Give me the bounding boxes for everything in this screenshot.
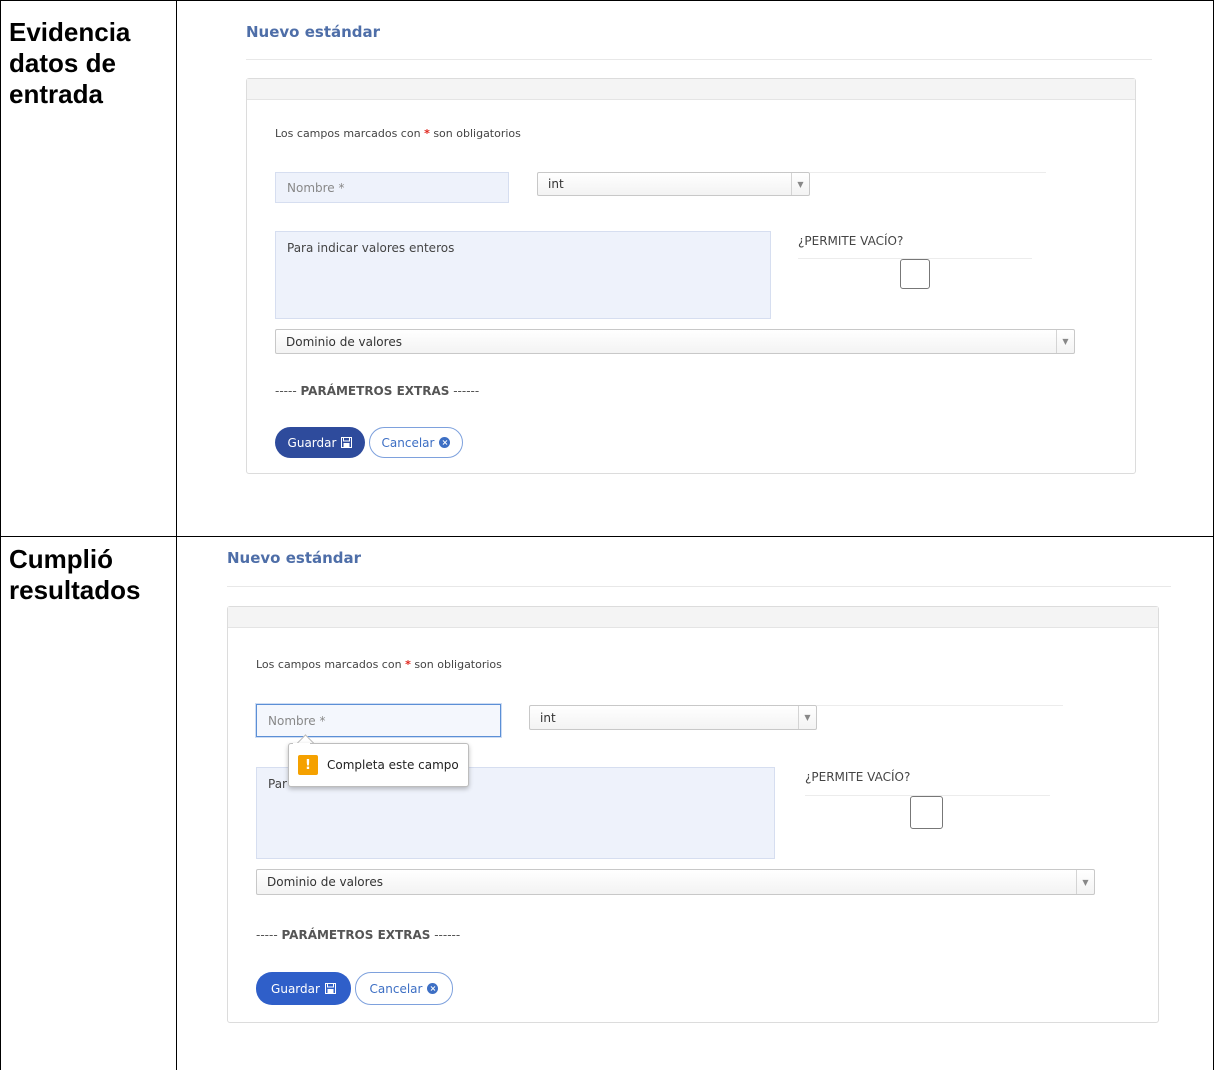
validation-message: Completa este campo	[327, 758, 459, 772]
type-select-value: int	[548, 177, 564, 191]
caret-down-icon: ▼	[791, 173, 809, 195]
form-title: Nuevo estándar	[227, 549, 362, 567]
table-row-divider	[0, 536, 1214, 537]
exclamation-icon: !	[298, 755, 318, 775]
caret-down-icon: ▼	[798, 706, 816, 729]
required-fields-note: Los campos marcados con * son obligatori…	[256, 658, 502, 671]
extra-params-heading: ----- PARÁMETROS EXTRAS ------	[275, 384, 479, 398]
domain-select[interactable]: Dominio de valores ▼	[275, 329, 1075, 354]
required-note-suffix: son obligatorios	[414, 658, 502, 671]
required-fields-note: Los campos marcados con * son obligatori…	[275, 127, 521, 140]
cancel-label: Cancelar	[381, 435, 435, 450]
table-border-top	[0, 0, 1214, 1]
title-divider	[246, 59, 1152, 60]
caret-down-icon: ▼	[1076, 870, 1094, 894]
times-circle-icon: ×	[427, 983, 439, 994]
floppy-disk-icon	[324, 983, 336, 994]
required-star: *	[424, 127, 430, 140]
required-note-prefix: Los campos marcados con	[256, 658, 402, 671]
extras-prefix: -----	[275, 384, 297, 398]
panel-header	[228, 607, 1158, 628]
description-text: Par	[268, 777, 287, 791]
permite-vacio-label: ¿PERMITE VACÍO?	[805, 770, 911, 784]
form-title: Nuevo estándar	[246, 23, 381, 41]
domain-select[interactable]: Dominio de valores ▼	[256, 869, 1095, 895]
validation-tooltip: ! Completa este campo	[288, 743, 469, 787]
extras-label: PARÁMETROS EXTRAS	[281, 928, 431, 942]
save-button[interactable]: Guardar	[256, 972, 351, 1005]
permite-vacio-checkbox[interactable]	[910, 796, 943, 829]
save-label: Guardar	[271, 981, 320, 996]
description-text: Para indicar valores enteros	[287, 241, 455, 255]
name-input[interactable]: Nombre *	[256, 704, 501, 737]
tooltip-arrow-mask	[293, 743, 310, 745]
required-star: *	[405, 658, 411, 671]
panel-header	[247, 79, 1135, 100]
extra-params-heading: ----- PARÁMETROS EXTRAS ------	[256, 928, 460, 942]
permite-vacio-checkbox[interactable]	[900, 259, 930, 289]
row-label-cumplio: Cumplió resultados	[9, 544, 141, 605]
type-field-underline	[810, 172, 1046, 173]
type-field-underline	[817, 705, 1063, 706]
caret-down-icon: ▼	[1056, 330, 1074, 353]
domain-select-value: Dominio de valores	[267, 875, 383, 889]
description-textarea[interactable]: Para indicar valores enteros	[275, 231, 771, 319]
times-circle-icon: ×	[439, 437, 451, 448]
extras-prefix: -----	[256, 928, 278, 942]
cancel-button[interactable]: Cancelar ×	[355, 972, 453, 1005]
extras-suffix: ------	[453, 384, 480, 398]
save-label: Guardar	[287, 435, 337, 450]
cancel-button[interactable]: Cancelar ×	[369, 427, 463, 458]
extras-label: PARÁMETROS EXTRAS	[300, 384, 450, 398]
name-input[interactable]: Nombre *	[275, 172, 509, 203]
permite-vacio-label: ¿PERMITE VACÍO?	[798, 234, 904, 248]
row-label-evidencia: Evidencia datos de entrada	[9, 17, 131, 109]
document-table: Evidencia datos de entrada Cumplió resul…	[0, 0, 1214, 1070]
type-select-value: int	[540, 710, 556, 725]
type-select[interactable]: int ▼	[537, 172, 810, 196]
name-placeholder: Nombre *	[268, 713, 326, 728]
extras-suffix: ------	[434, 928, 461, 942]
required-note-prefix: Los campos marcados con	[275, 127, 421, 140]
cancel-label: Cancelar	[369, 981, 423, 996]
title-divider	[227, 586, 1171, 587]
save-button[interactable]: Guardar	[275, 427, 365, 458]
table-column-divider	[176, 0, 177, 1070]
domain-select-value: Dominio de valores	[286, 334, 402, 349]
table-border-left	[0, 0, 1, 1070]
floppy-disk-icon	[341, 437, 353, 448]
type-select[interactable]: int ▼	[529, 705, 817, 730]
required-note-suffix: son obligatorios	[433, 127, 521, 140]
name-placeholder: Nombre *	[287, 180, 345, 195]
